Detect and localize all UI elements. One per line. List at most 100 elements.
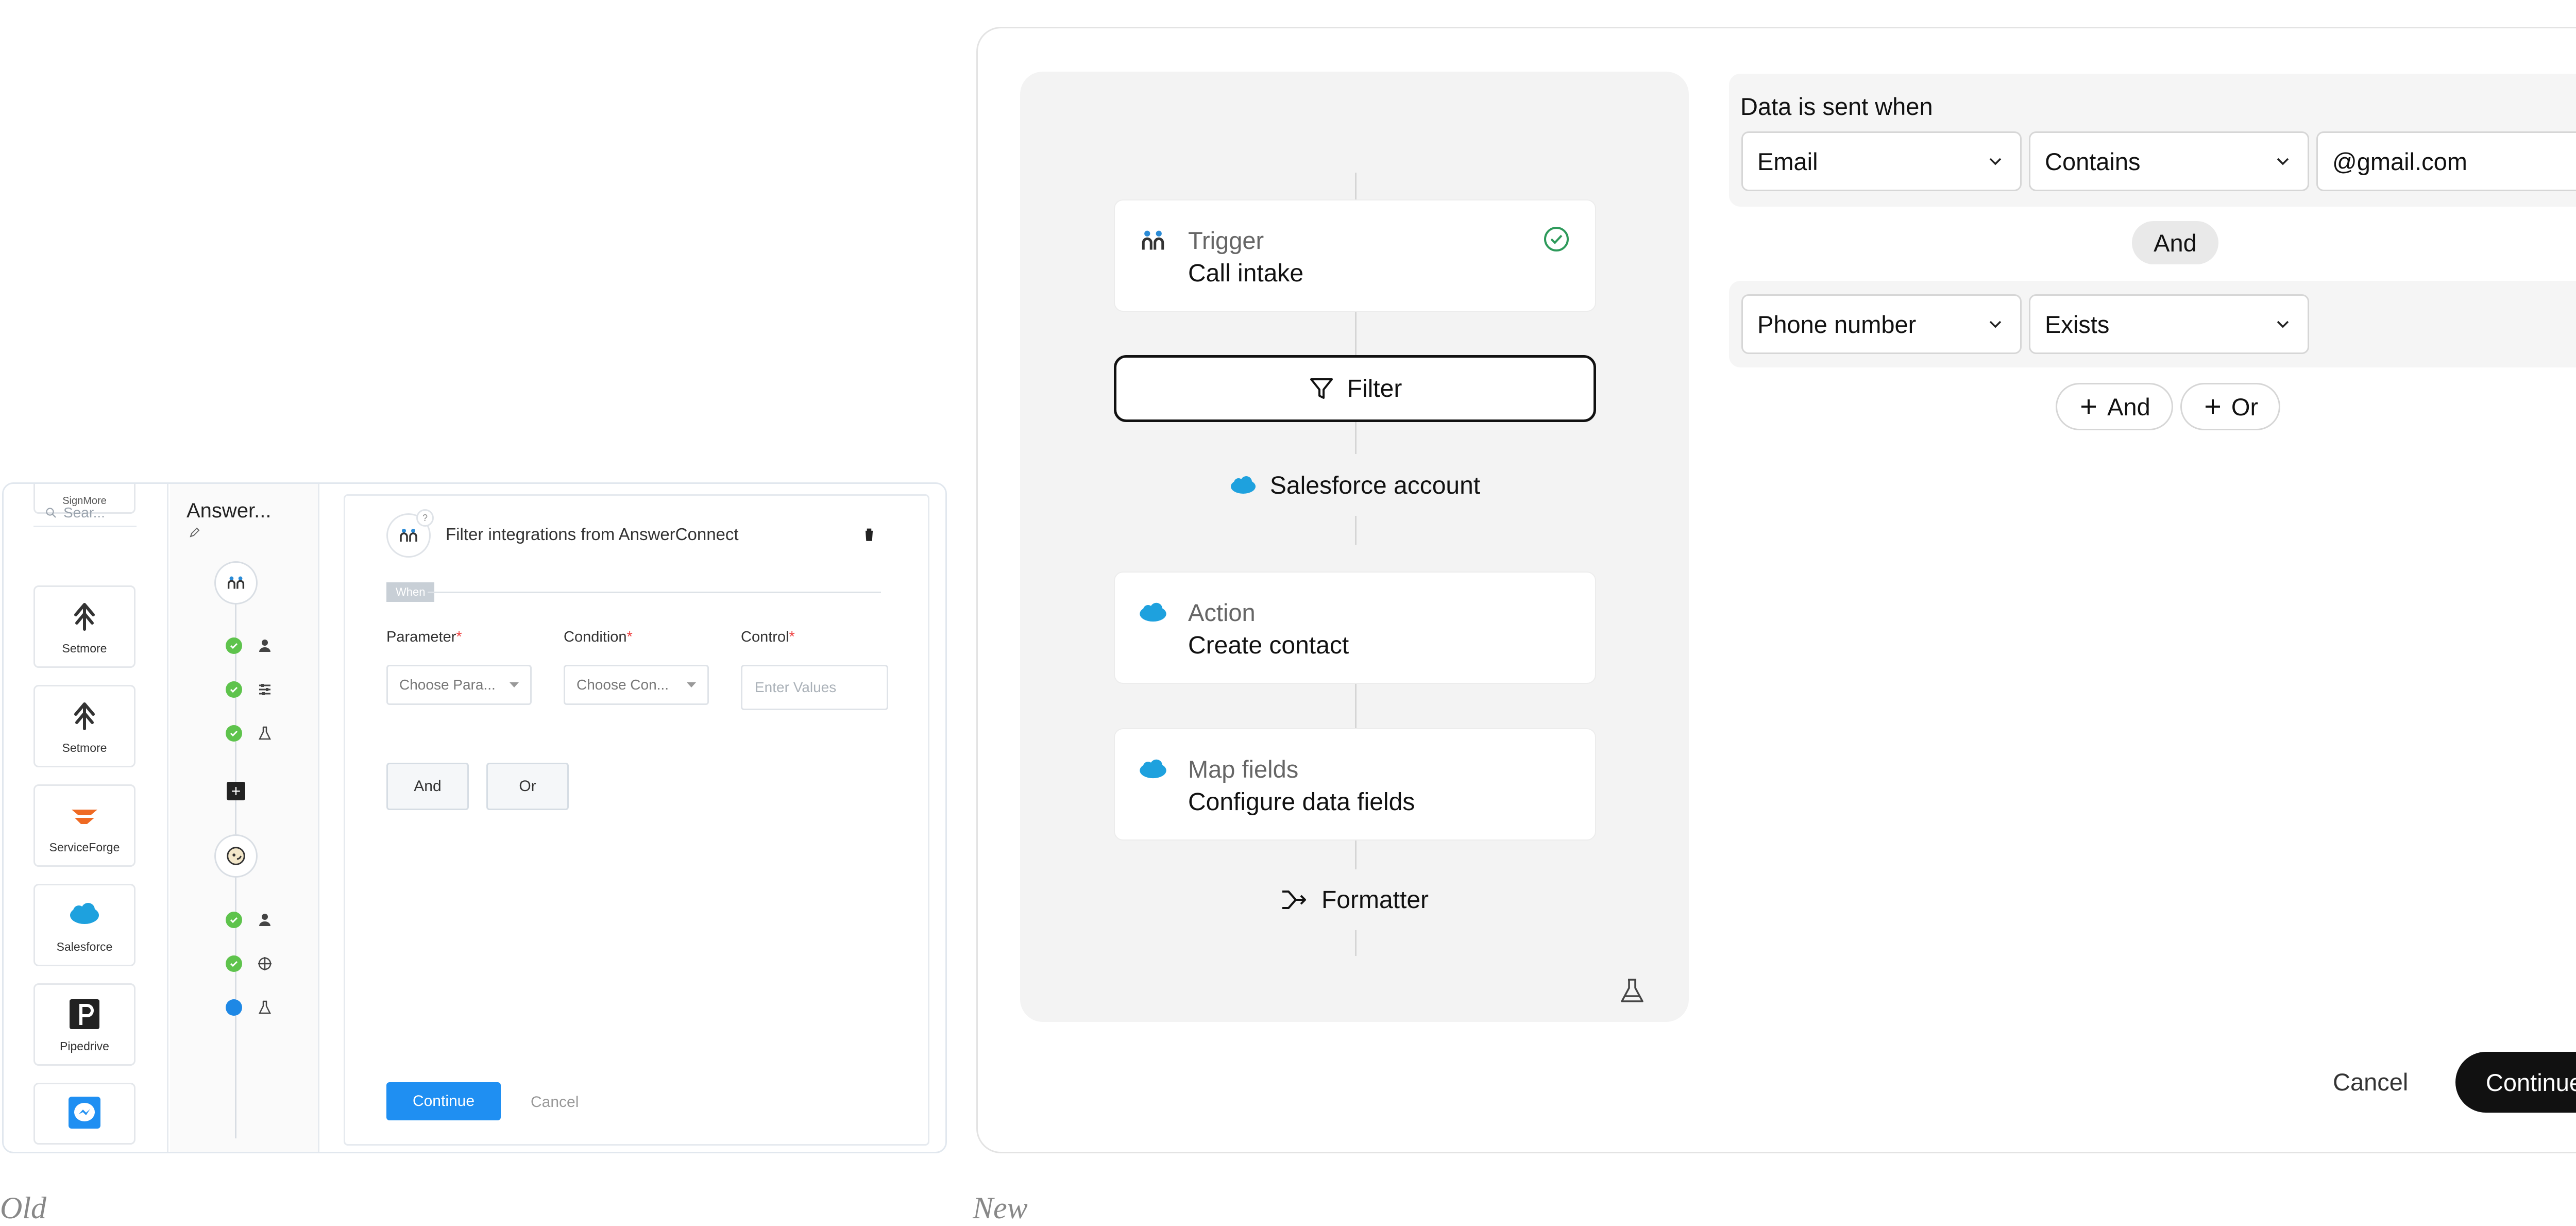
- condition-select[interactable]: Choose Con...: [564, 665, 709, 705]
- field-select-value: Email: [1757, 147, 1818, 175]
- step-complete[interactable]: [226, 681, 242, 698]
- cancel-button[interactable]: Cancel: [531, 1094, 579, 1111]
- chevron-down-icon: [1989, 158, 2002, 165]
- app-card-pipedrive[interactable]: Pipedrive: [33, 983, 135, 1066]
- trash-icon[interactable]: [2571, 229, 2576, 257]
- action-card[interactable]: Action Create contact: [1114, 572, 1596, 684]
- salesforce-logo-icon: [70, 902, 99, 924]
- new-caption: New: [973, 1191, 1028, 1225]
- old-caption: Old: [0, 1191, 46, 1225]
- trigger-card[interactable]: Trigger Call intake: [1114, 199, 1596, 312]
- action-kind: Action: [1188, 599, 1256, 626]
- parameter-label-text: Parameter: [386, 629, 456, 645]
- cancel-button[interactable]: Cancel: [2333, 1068, 2408, 1096]
- formatter-label: Formatter: [1321, 886, 1429, 914]
- trash-icon[interactable]: [860, 526, 878, 543]
- and-button[interactable]: And: [386, 763, 469, 810]
- pencil-icon[interactable]: [189, 526, 201, 539]
- value-input[interactable]: @gmail.com: [2316, 131, 2576, 191]
- serviceforge-logo-icon: [72, 809, 97, 824]
- parameter-label: Parameter*: [386, 629, 462, 646]
- app-list-sidebar: SignMore Sear... Setmore Setmore Service…: [4, 484, 168, 1152]
- salesforce-logo-icon: [1140, 759, 1166, 779]
- step-complete[interactable]: [226, 912, 242, 928]
- step-complete[interactable]: [226, 637, 242, 654]
- flask-icon: [258, 726, 272, 740]
- answerconnect-node[interactable]: [214, 561, 258, 604]
- old-flow-column: Answer... +: [170, 484, 319, 1152]
- old-filter-panel: ? Filter integrations from AnswerConnect…: [344, 494, 929, 1146]
- flow-connector-line: [1355, 684, 1357, 728]
- app-card-salesforce[interactable]: Salesforce: [33, 884, 135, 966]
- flow-connector-line: [1355, 422, 1357, 454]
- required-mark: *: [456, 629, 462, 645]
- app-card-setmore[interactable]: Setmore: [33, 585, 135, 668]
- person-icon: [259, 640, 270, 652]
- or-button[interactable]: Or: [486, 763, 569, 810]
- filter-node[interactable]: Filter: [1114, 355, 1596, 422]
- mailchimp-logo-icon: [227, 847, 245, 865]
- operator-select-exists[interactable]: Exists: [2029, 294, 2309, 354]
- salesforce-account-node[interactable]: Salesforce account: [1020, 467, 1689, 503]
- add-step-button[interactable]: +: [227, 782, 245, 800]
- check-icon: [230, 686, 238, 693]
- map-fields-card[interactable]: Map fields Configure data fields: [1114, 728, 1596, 841]
- salesforce-account-label: Salesforce account: [1269, 472, 1481, 499]
- continue-button[interactable]: Continue: [386, 1082, 501, 1120]
- field-select-email[interactable]: Email: [1741, 131, 2022, 191]
- old-design-window: SignMore Sear... Setmore Setmore Service…: [2, 482, 947, 1153]
- app-card-messenger[interactable]: [33, 1083, 135, 1145]
- salesforce-logo-icon: [1140, 602, 1166, 622]
- app-card-label: Setmore: [62, 741, 107, 754]
- salesforce-logo-icon: [1230, 476, 1256, 494]
- and-join-pill[interactable]: And: [2132, 221, 2218, 264]
- chevron-down-icon: [2277, 158, 2289, 165]
- formatter-node[interactable]: Formatter: [1020, 882, 1689, 918]
- control-input[interactable]: Enter Values: [741, 665, 888, 710]
- setmore-logo-icon: [74, 602, 95, 631]
- sliders-icon: [259, 684, 270, 695]
- search-placeholder: Sear...: [63, 504, 105, 520]
- trigger-value: Call intake: [1188, 260, 1304, 287]
- condition-label: Condition*: [564, 629, 633, 646]
- required-mark: *: [789, 629, 795, 645]
- continue-button[interactable]: Continue: [2455, 1052, 2576, 1113]
- step-current[interactable]: [226, 999, 242, 1016]
- app-card-label: ServiceForge: [49, 840, 120, 854]
- app-card-label: Salesforce: [56, 939, 113, 953]
- answerconnect-logo-icon: [227, 576, 245, 589]
- answerconnect-logo-icon: [400, 529, 417, 542]
- chevron-down-icon: [2277, 321, 2289, 328]
- messenger-logo-icon: [69, 1097, 100, 1129]
- operator-select-value: Exists: [2045, 310, 2110, 338]
- app-card-serviceforge[interactable]: ServiceForge: [33, 784, 135, 867]
- add-and-button[interactable]: And: [2056, 383, 2173, 430]
- check-icon: [230, 961, 238, 967]
- mailchimp-node[interactable]: [214, 834, 258, 878]
- help-badge[interactable]: ?: [416, 509, 434, 527]
- setmore-logo-icon: [74, 702, 95, 730]
- flow-connector-line: [1355, 930, 1357, 956]
- add-or-button[interactable]: Or: [2180, 383, 2280, 430]
- field-select-phone[interactable]: Phone number: [1741, 294, 2022, 354]
- check-circle-icon: [1544, 227, 1569, 251]
- flask-icon[interactable]: [1618, 977, 1647, 1005]
- app-search-input[interactable]: Sear...: [33, 499, 137, 527]
- operator-select-contains[interactable]: Contains: [2029, 131, 2309, 191]
- flow-connector-line: [1355, 312, 1357, 355]
- step-complete[interactable]: [226, 955, 242, 972]
- add-or-label: Or: [2231, 393, 2259, 421]
- crosshair-icon: [258, 957, 272, 970]
- condition-placeholder: Choose Con...: [577, 677, 669, 693]
- flow-canvas: Trigger Call intake Filter Salesforce ac…: [1020, 72, 1689, 1022]
- new-design-window: Trigger Call intake Filter Salesforce ac…: [976, 27, 2576, 1153]
- check-icon: [230, 917, 238, 923]
- filter-label: Filter: [1347, 375, 1402, 402]
- parameter-select[interactable]: Choose Para...: [386, 665, 532, 705]
- step-complete[interactable]: [226, 725, 242, 742]
- control-label-text: Control: [741, 629, 789, 645]
- app-card-setmore[interactable]: Setmore: [33, 685, 135, 767]
- flow-connector-line: [1355, 841, 1357, 869]
- map-fields-kind: Map fields: [1188, 755, 1299, 783]
- value-input-text: @gmail.com: [2332, 147, 2467, 175]
